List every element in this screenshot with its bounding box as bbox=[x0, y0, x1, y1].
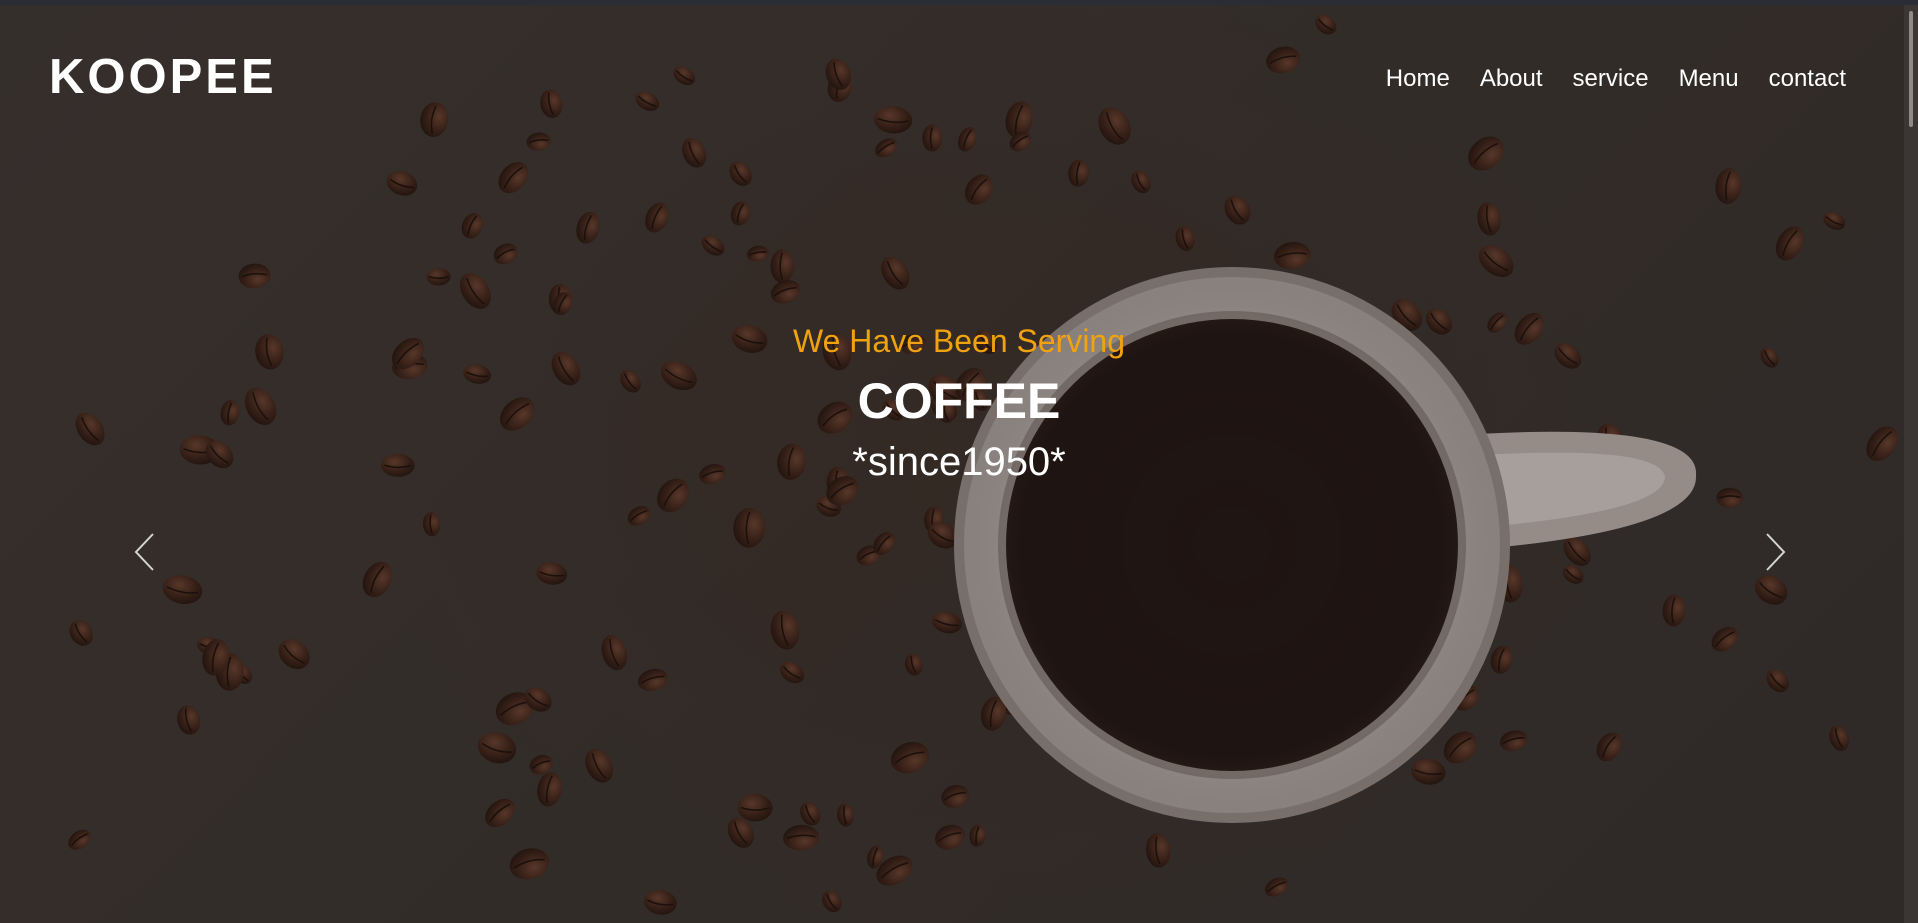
hero-caption: We Have Been Serving COFFEE *since1950* bbox=[0, 320, 1904, 486]
page-scrollbar[interactable] bbox=[1904, 5, 1918, 923]
page: KOOPEE Home About service Menu contact W… bbox=[0, 0, 1918, 923]
nav-item-menu[interactable]: Menu bbox=[1679, 65, 1739, 93]
brand-logo[interactable]: KOOPEE bbox=[49, 49, 277, 105]
nav-item-contact[interactable]: contact bbox=[1769, 65, 1846, 93]
carousel-prev-button[interactable] bbox=[124, 530, 164, 574]
hero-headline: COFFEE bbox=[857, 373, 1061, 429]
nav-item-home[interactable]: Home bbox=[1386, 65, 1450, 93]
scrollbar-thumb[interactable] bbox=[1909, 11, 1913, 127]
chevron-left-icon bbox=[134, 533, 154, 571]
carousel-next-button[interactable] bbox=[1756, 530, 1796, 574]
chevron-right-icon bbox=[1766, 533, 1786, 571]
hero-carousel: KOOPEE Home About service Menu contact W… bbox=[0, 5, 1904, 923]
nav-item-service[interactable]: service bbox=[1573, 65, 1649, 93]
top-strip bbox=[0, 0, 1918, 5]
hero-since: *since1950* bbox=[852, 440, 1066, 484]
hero-tagline: We Have Been Serving bbox=[792, 323, 1126, 359]
nav-item-about[interactable]: About bbox=[1480, 65, 1543, 93]
main-nav: Home About service Menu contact bbox=[1356, 65, 1846, 93]
